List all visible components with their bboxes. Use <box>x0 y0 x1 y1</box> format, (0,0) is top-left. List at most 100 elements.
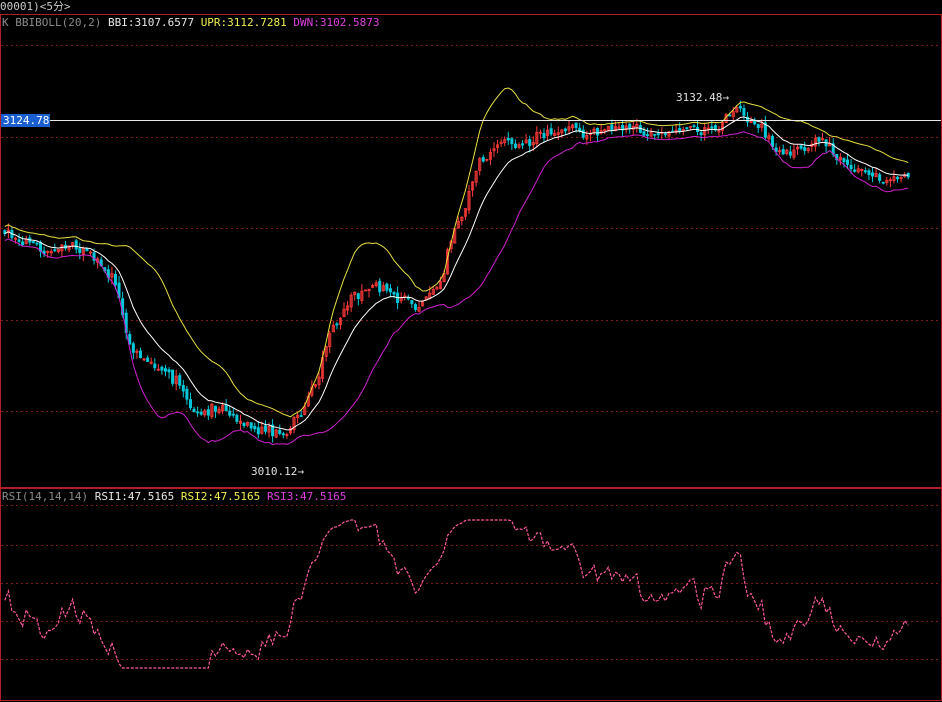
candle <box>828 137 832 147</box>
candle <box>353 291 357 301</box>
candle-body <box>581 129 585 138</box>
candle-body <box>692 125 696 128</box>
rsi-layer <box>4 519 909 669</box>
candle <box>281 431 285 439</box>
candle <box>231 407 235 418</box>
candle-body <box>199 411 203 415</box>
candle <box>167 367 171 379</box>
candle <box>824 139 828 153</box>
bbi-line <box>4 116 909 431</box>
candle <box>899 176 903 183</box>
rsi1-value: RSI1:47.5165 <box>94 490 175 503</box>
candle-body <box>596 128 600 136</box>
candle <box>463 208 467 221</box>
candle <box>874 168 878 178</box>
candle <box>31 241 35 244</box>
candle-body <box>870 172 875 177</box>
candle <box>692 124 696 128</box>
low-annotation: 3010.12→ <box>251 465 304 478</box>
candle-body <box>653 133 657 136</box>
candle <box>546 124 550 141</box>
upr-value: UPR:3112.7281 <box>200 16 287 29</box>
candle <box>106 265 110 283</box>
candle-body <box>196 411 200 414</box>
candle <box>71 242 75 249</box>
candle-body <box>335 323 339 326</box>
candle <box>263 420 267 435</box>
candle-body <box>17 239 21 242</box>
candle-body <box>878 174 882 181</box>
candle-body <box>85 248 89 252</box>
candle-body <box>138 350 142 359</box>
candle <box>56 248 60 254</box>
candle <box>553 129 557 137</box>
candle-body <box>167 369 171 373</box>
candle <box>338 316 342 330</box>
candle <box>471 180 475 197</box>
candle-body <box>803 147 807 151</box>
candle <box>838 153 842 166</box>
rsi3-value: RSI3:47.5165 <box>266 490 347 503</box>
candle-body <box>231 413 235 416</box>
candle-body <box>31 241 35 244</box>
candle <box>499 138 503 147</box>
candle <box>288 426 292 436</box>
candle <box>703 122 707 141</box>
candle-body <box>842 157 846 163</box>
candle <box>892 170 896 184</box>
candle-body <box>385 283 389 291</box>
candle <box>174 369 178 391</box>
candle <box>3 229 7 237</box>
candle <box>210 402 214 420</box>
candle <box>146 355 150 362</box>
candle-body <box>299 415 303 417</box>
candle <box>313 383 317 389</box>
candle-body <box>413 304 417 310</box>
candle-body <box>867 170 871 176</box>
candle-body <box>817 137 821 142</box>
candle <box>510 137 514 150</box>
candle <box>706 122 710 135</box>
candle <box>806 147 810 154</box>
candle <box>588 129 592 142</box>
candle <box>163 364 167 377</box>
candle <box>192 407 196 413</box>
candle <box>388 284 392 298</box>
candle <box>181 379 185 398</box>
candle <box>238 414 242 430</box>
candle-body <box>781 149 785 155</box>
candle <box>49 248 53 257</box>
candle-body <box>392 291 396 295</box>
candle-body <box>181 385 185 392</box>
candle-body <box>53 249 57 252</box>
candle <box>431 286 435 295</box>
candle <box>138 347 142 359</box>
candle-body <box>21 241 25 246</box>
candle <box>153 358 157 372</box>
candle <box>21 236 25 247</box>
candle-body <box>846 159 850 165</box>
candle-body <box>728 114 732 117</box>
dwn-line <box>4 131 909 446</box>
candle <box>485 158 489 162</box>
candle <box>799 144 803 151</box>
candle <box>542 128 546 143</box>
candle-body <box>388 288 392 293</box>
candle-body <box>756 124 760 128</box>
candle-body <box>742 108 746 116</box>
candle <box>521 140 525 150</box>
candle-body <box>178 375 182 386</box>
candle <box>646 127 650 141</box>
candle <box>328 331 332 354</box>
candle <box>870 167 875 183</box>
candle-body <box>263 425 267 432</box>
candle <box>895 175 900 183</box>
candle <box>549 123 553 137</box>
chart-canvas[interactable] <box>0 0 942 702</box>
candle-body <box>699 132 703 136</box>
candle <box>506 131 510 145</box>
candle <box>188 392 192 411</box>
candle <box>492 142 496 158</box>
candle-body <box>881 181 885 184</box>
candle <box>271 419 275 443</box>
